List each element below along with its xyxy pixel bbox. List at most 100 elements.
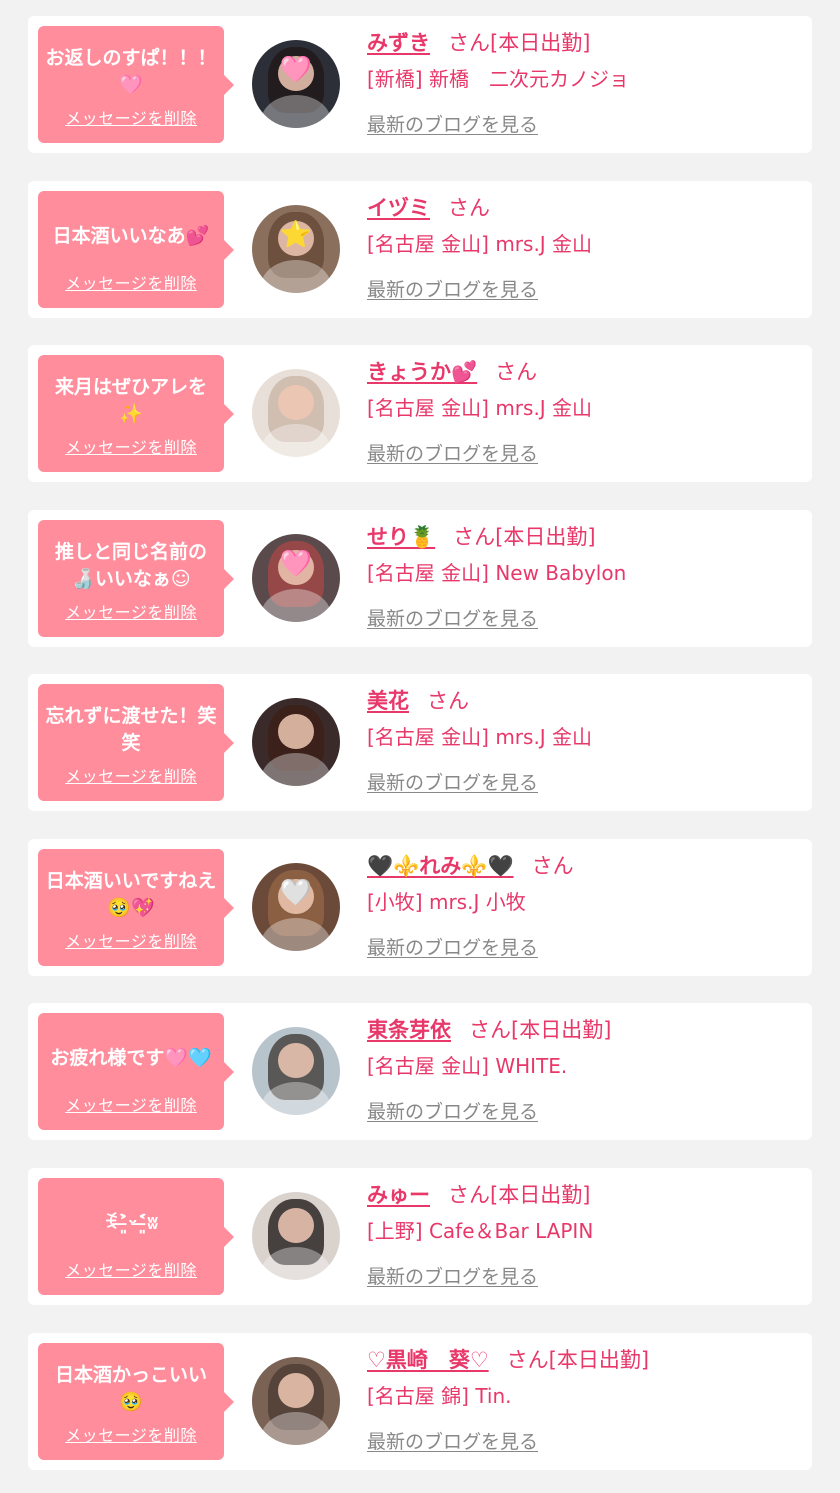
- cast-name-row: せり🍍 さん[本日出勤]: [367, 520, 802, 554]
- latest-blog-link[interactable]: 最新のブログを見る: [367, 933, 538, 960]
- cast-name-row: みゅー さん[本日出勤]: [367, 1178, 802, 1212]
- message-text: 忘れずに渡せた！笑笑: [45, 704, 217, 754]
- shop-name: [名古屋 錦] Tin.: [367, 1384, 512, 1408]
- shop-name: [名古屋 金山] mrs.J 金山: [367, 725, 593, 749]
- avatar[interactable]: [252, 1027, 340, 1115]
- delete-message-link[interactable]: メッセージを削除: [65, 928, 197, 952]
- avatar[interactable]: [252, 1357, 340, 1445]
- cast-info: みゅー さん[本日出勤] [上野] Cafe＆Bar LAPIN 最新のブログを見る: [367, 1178, 802, 1289]
- latest-blog-link[interactable]: 最新のブログを見る: [367, 275, 538, 302]
- cast-info: 🖤⚜️れみ⚜️🖤 さん [小牧] mrs.J 小牧 最新のブログを見る: [367, 849, 802, 960]
- avatar-face: [278, 713, 314, 750]
- message-card: 日本酒いいなあ💕 メッセージを削除 ⭐ イヅミ さん [名古屋 金山] mrs.J 金山最…: [28, 181, 812, 318]
- cast-name-link[interactable]: 東条芽依: [367, 1018, 451, 1042]
- shop-name: [名古屋 金山] mrs.J 金山: [367, 232, 593, 256]
- message-text: お疲れ様です🩷🩵: [50, 1047, 212, 1069]
- cast-honorific: さん: [427, 689, 469, 713]
- message-bubble: お疲れ様です🩷🩵 メッセージを削除: [38, 1013, 234, 1130]
- cast-honorific: さん: [531, 854, 574, 878]
- avatar-face: [278, 384, 314, 421]
- cast-name-link[interactable]: イヅミ: [367, 196, 430, 220]
- avatar[interactable]: [252, 1192, 340, 1280]
- message-card: 日本酒いいですねえ🥹💖 メッセージを削除 🤍 🖤⚜️れみ⚜️🖤 さん [小牧] mrs.J…: [28, 839, 812, 976]
- cast-name-link[interactable]: せり🍍: [367, 525, 435, 549]
- delete-message-link[interactable]: メッセージを削除: [65, 434, 197, 458]
- cast-name-link[interactable]: みずき: [367, 31, 430, 55]
- cast-name-row: イヅミ さん: [367, 191, 802, 225]
- shop-name: [名古屋 金山] WHITE.: [367, 1054, 568, 1078]
- message-card: お疲れ様です🩷🩵 メッセージを削除 東条芽依 さん[本日出勤] [名古屋 金山] WHI…: [28, 1003, 812, 1140]
- cast-info: 美花 さん [名古屋 金山] mrs.J 金山 最新のブログを見る: [367, 684, 802, 795]
- message-bubble: ꉂ˃̶͈̀ᵕ˂̶͈́ʬ メッセージを削除: [38, 1178, 234, 1295]
- avatar[interactable]: [252, 369, 340, 457]
- latest-blog-link[interactable]: 最新のブログを見る: [367, 1427, 538, 1454]
- cast-honorific: さん[本日出勤]: [448, 1183, 591, 1207]
- message-bubble: 日本酒いいですねえ🥹💖 メッセージを削除: [38, 849, 234, 966]
- message-bubble: 来月はぜひアレを✨ メッセージを削除: [38, 355, 234, 472]
- message-bubble: 推しと同じ名前の🍶いいなぁ☺ メッセージを削除: [38, 520, 234, 637]
- cast-name-row: みずき さん[本日出勤]: [367, 26, 802, 60]
- cast-name-link[interactable]: みゅー: [367, 1183, 430, 1207]
- message-card: お返しのすぱ！！！🩷 メッセージを削除 🩷 みずき さん[本日出勤] [新橋] 新橋 二次…: [28, 16, 812, 153]
- avatar-face: [278, 1042, 314, 1079]
- cast-info: ♡黒崎 葵♡ さん[本日出勤] [名古屋 錦] Tin. 最新のブログを見る: [367, 1343, 802, 1454]
- shop-name: [上野] Cafe＆Bar LAPIN: [367, 1219, 594, 1243]
- delete-message-link[interactable]: メッセージを削除: [65, 1092, 197, 1116]
- cast-honorific: さん[本日出勤]: [448, 31, 591, 55]
- cast-honorific: さん: [495, 360, 538, 384]
- cast-name-row: きょうか💕 さん: [367, 355, 802, 389]
- cast-name-row: ♡黒崎 葵♡ さん[本日出勤]: [367, 1343, 802, 1377]
- cast-info: せり🍍 さん[本日出勤] [名古屋 金山] New Babylon 最新のブログを見る: [367, 520, 802, 631]
- latest-blog-link[interactable]: 最新のブログを見る: [367, 1262, 538, 1289]
- message-card: 日本酒かっこいい🥹 メッセージを削除 ♡黒崎 葵♡ さん[本日出勤] [名古屋 錦] T…: [28, 1333, 812, 1470]
- latest-blog-link[interactable]: 最新のブログを見る: [367, 439, 538, 466]
- cast-honorific: さん[本日出勤]: [469, 1018, 612, 1042]
- message-bubble: お返しのすぱ！！！🩷 メッセージを削除: [38, 26, 234, 143]
- message-bubble: 忘れずに渡せた！笑笑メッセージを削除: [38, 684, 234, 801]
- latest-blog-link[interactable]: 最新のブログを見る: [367, 768, 538, 795]
- message-card: 推しと同じ名前の🍶いいなぁ☺ メッセージを削除 🩷 せり🍍 さん[本日出勤] [名古屋 金…: [28, 510, 812, 647]
- avatar-face: [278, 1372, 314, 1409]
- latest-blog-link[interactable]: 最新のブログを見る: [367, 604, 538, 631]
- message-list: お返しのすぱ！！！🩷 メッセージを削除 🩷 みずき さん[本日出勤] [新橋] 新橋 二次…: [0, 0, 840, 1493]
- latest-blog-link[interactable]: 最新のブログを見る: [367, 1097, 538, 1124]
- cast-name-link[interactable]: 美花: [367, 689, 409, 713]
- delete-message-link[interactable]: メッセージを削除: [65, 105, 197, 129]
- cast-info: みずき さん[本日出勤] [新橋] 新橋 二次元カノジョ 最新のブログを見る: [367, 26, 802, 137]
- delete-message-link[interactable]: メッセージを削除: [65, 599, 197, 623]
- cast-info: きょうか💕 さん [名古屋 金山] mrs.J 金山 最新のブログを見る: [367, 355, 802, 466]
- cast-name-link[interactable]: きょうか💕: [367, 360, 477, 384]
- avatar-sticker-icon: 🩷: [279, 54, 313, 85]
- delete-message-link[interactable]: メッセージを削除: [65, 1422, 197, 1446]
- shop-name: [名古屋 金山] New Babylon: [367, 561, 627, 585]
- message-text: お返しのすぱ！！！🩷: [45, 46, 217, 96]
- avatar[interactable]: 🩷: [252, 40, 340, 128]
- delete-message-link[interactable]: メッセージを削除: [65, 763, 197, 787]
- message-card: 来月はぜひアレを✨ メッセージを削除 きょうか💕 さん [名古屋 金山] mrs.J 金…: [28, 345, 812, 482]
- message-text: 日本酒かっこいい🥹: [54, 1363, 207, 1413]
- cast-name-link[interactable]: 🖤⚜️れみ⚜️🖤: [367, 854, 514, 878]
- latest-blog-link[interactable]: 最新のブログを見る: [367, 110, 538, 137]
- avatar[interactable]: 🩷: [252, 534, 340, 622]
- message-card: 忘れずに渡せた！笑笑メッセージを削除 美花 さん [名古屋 金山] mrs.J 金山最…: [28, 674, 812, 811]
- message-text: 来月はぜひアレを✨: [54, 375, 207, 425]
- cast-name-link[interactable]: ♡黒崎 葵♡: [367, 1348, 489, 1372]
- shop-name: [名古屋 金山] mrs.J 金山: [367, 396, 593, 420]
- cast-honorific: さん: [448, 196, 490, 220]
- avatar-sticker-icon: 🤍: [279, 877, 313, 908]
- avatar-sticker-icon: 🩷: [279, 548, 313, 579]
- message-text: 日本酒いいですねえ🥹💖: [45, 869, 217, 919]
- avatar[interactable]: [252, 698, 340, 786]
- shop-name: [新橋] 新橋 二次元カノジョ: [367, 67, 629, 91]
- shop-name: [小牧] mrs.J 小牧: [367, 890, 526, 914]
- cast-name-row: 東条芽依 さん[本日出勤]: [367, 1013, 802, 1047]
- cast-honorific: さん[本日出勤]: [453, 525, 596, 549]
- avatar-face: [278, 1207, 314, 1244]
- delete-message-link[interactable]: メッセージを削除: [65, 1257, 197, 1281]
- message-text: 日本酒いいなあ💕: [52, 225, 210, 247]
- cast-name-row: 🖤⚜️れみ⚜️🖤 さん: [367, 849, 802, 883]
- cast-info: イヅミ さん [名古屋 金山] mrs.J 金山 最新のブログを見る: [367, 191, 802, 302]
- delete-message-link[interactable]: メッセージを削除: [65, 270, 197, 294]
- avatar[interactable]: ⭐: [252, 205, 340, 293]
- avatar[interactable]: 🤍: [252, 863, 340, 951]
